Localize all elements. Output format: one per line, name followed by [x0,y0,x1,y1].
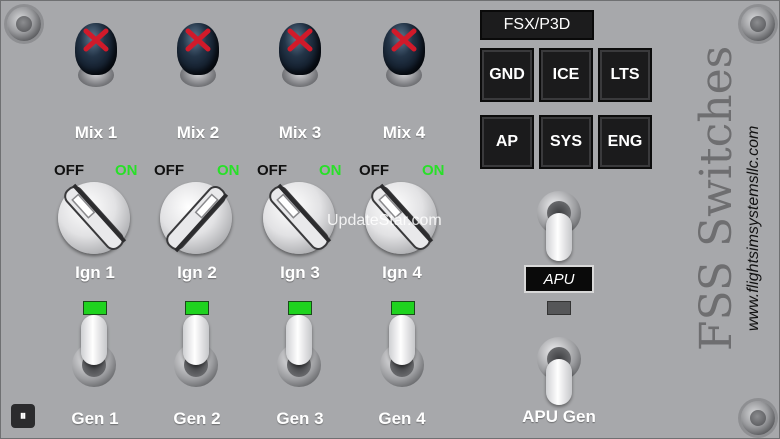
ignition-label-2: Ign 2 [177,263,217,282]
mixture-knob-4[interactable] [377,23,431,89]
ap-button[interactable]: AP [480,115,534,169]
mixture-label-1: Mix 1 [74,123,118,142]
generator-label-1: Gen 1 [71,409,119,428]
apu-gen-toggle[interactable] [534,337,584,417]
toggle-lever [546,359,572,405]
mixture-label-4: Mix 4 [382,123,426,142]
rotary-switch-icon [64,183,127,250]
mixture-label-2: Mix 2 [176,123,220,142]
ign-off-label-2: OFF [154,162,184,179]
ign-on-label-2: ON [217,162,240,179]
watermark-text: UpdateStar.com [327,212,442,229]
apu-indicator-lamp [547,301,571,315]
mixture-knob-1[interactable] [69,23,123,89]
ice-button[interactable]: ICE [539,48,593,102]
sim-selector-button[interactable]: FSX/P3D [480,10,594,40]
screw-icon [741,7,775,41]
mixture-knob-3[interactable] [273,23,327,89]
red-cross-icon [287,28,313,52]
eng-button[interactable]: ENG [598,115,652,169]
gnd-button[interactable]: GND [480,48,534,102]
generator-toggle-2[interactable] [171,313,221,393]
generator-toggle-4[interactable] [377,313,427,393]
toggle-lever [81,315,107,365]
mixture-knob-2[interactable] [171,23,225,89]
eng-button-label: ENG [607,133,643,150]
screw-icon [741,401,775,435]
screw-icon [7,7,41,41]
ap-button-label: AP [495,133,519,150]
red-cross-icon [83,28,109,52]
generator-label-3: Gen 3 [276,409,324,428]
ign-off-label-3: OFF [257,162,287,179]
toggle-lever [546,213,572,261]
ign-off-label-1: OFF [54,162,84,179]
ignition-label-4: Ign 4 [382,263,422,282]
mixture-label-3: Mix 3 [278,123,322,142]
brand-url: www.flightsimsystemsllc.com [745,125,762,331]
ignition-switch-2[interactable] [160,182,232,254]
apu-toggle[interactable] [534,191,584,271]
ignition-label-1: Ign 1 [75,263,115,282]
ignition-switch-3[interactable] [263,182,335,254]
generator-label-2: Gen 2 [173,409,221,428]
ice-button-label: ICE [552,66,580,83]
generator-label-4: Gen 4 [378,409,426,428]
ign-off-label-4: OFF [359,162,389,179]
brand-title: FSS Switches [691,45,742,351]
ign-on-label-3: ON [319,162,342,179]
toggle-lever [286,315,312,365]
ignition-label-3: Ign 3 [280,263,320,282]
sys-button[interactable]: SYS [539,115,593,169]
rotary-switch-icon [166,186,229,253]
ignition-switch-1[interactable] [58,182,130,254]
red-cross-icon [391,28,417,52]
rotary-switch-icon [269,183,332,250]
apu-gen-label: APU Gen [522,407,596,426]
sys-button-label: SYS [549,133,582,150]
app-corner-icon[interactable]: ⏸ [11,404,35,428]
switch-panel: Mix 1 Mix 2 Mix 3 Mix 4 OFF ON OFF ON OF… [0,0,780,439]
gnd-button-label: GND [489,66,525,83]
toggle-lever [183,315,209,365]
generator-toggle-1[interactable] [69,313,119,393]
apu-display: APU [524,265,594,293]
red-cross-icon [185,28,211,52]
ign-on-label-4: ON [422,162,445,179]
generator-toggle-3[interactable] [274,313,324,393]
lts-button-label: LTS [610,66,640,83]
toggle-lever [389,315,415,365]
ign-on-label-1: ON [115,162,138,179]
lts-button[interactable]: LTS [598,48,652,102]
